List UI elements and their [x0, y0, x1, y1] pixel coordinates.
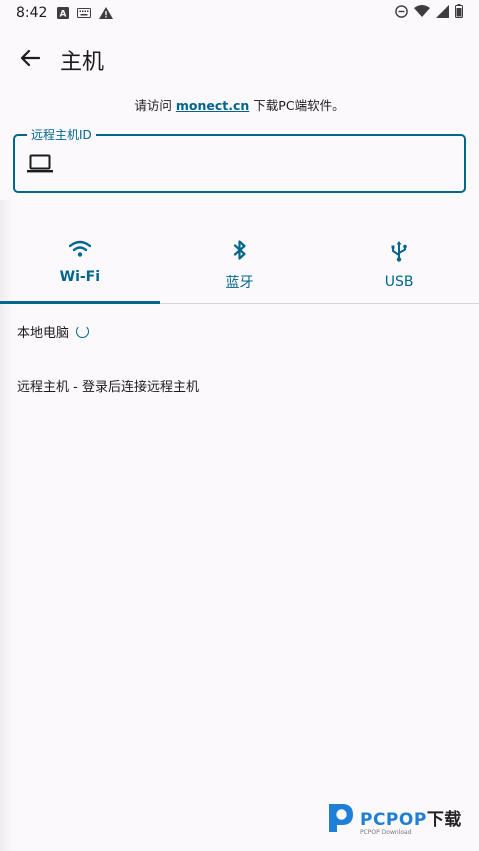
- list-item-local-pc[interactable]: 本地电脑: [17, 322, 90, 341]
- do-not-disturb-icon: [395, 4, 408, 22]
- warning-icon: [99, 7, 114, 19]
- download-hint-prefix: 请访问: [134, 98, 176, 113]
- remote-host-id-label: 远程主机ID: [27, 127, 96, 143]
- tab-wifi-label: Wi-Fi: [59, 269, 101, 285]
- download-hint: 请访问 monect.cn 下载PC端软件。: [0, 95, 479, 114]
- bluetooth-icon: [233, 240, 247, 264]
- battery-icon: [455, 4, 463, 22]
- local-pc-label: 本地电脑: [17, 326, 70, 341]
- status-bar: 8:42 A: [0, 0, 479, 26]
- page-title: 主机: [60, 50, 105, 75]
- tab-bluetooth-label: 蓝牙: [225, 275, 254, 291]
- tab-indicator: [0, 301, 160, 304]
- wifi-icon: [68, 240, 92, 261]
- watermark-brand-cn: 下载: [426, 809, 462, 830]
- wifi-icon: [414, 5, 430, 21]
- tab-wifi[interactable]: Wi-Fi: [0, 230, 160, 304]
- remote-host-id-field[interactable]: 远程主机ID: [13, 127, 466, 193]
- usb-icon: [390, 240, 408, 266]
- keyboard-icon: [77, 8, 92, 18]
- watermark-brand: PCPOP: [360, 809, 427, 830]
- pcpop-logo-icon: [326, 801, 356, 839]
- laptop-icon: [27, 154, 53, 178]
- svg-text:A: A: [60, 10, 67, 20]
- back-button[interactable]: [10, 40, 50, 80]
- tab-bluetooth[interactable]: 蓝牙: [160, 230, 320, 303]
- loading-spinner-icon: [76, 325, 90, 338]
- watermark-sub: PCPOP Download: [360, 828, 412, 836]
- tab-usb-label: USB: [384, 274, 414, 290]
- monect-link[interactable]: monect.cn: [176, 98, 249, 113]
- a-box-icon: A: [57, 7, 70, 20]
- tab-usb[interactable]: USB: [319, 230, 479, 303]
- arrow-back-icon: [20, 49, 41, 71]
- signal-icon: [436, 4, 449, 22]
- pcpop-watermark: PCPOP下载 PCPOP Download: [326, 802, 471, 838]
- list-item-remote-host[interactable]: 远程主机 - 登录后连接远程主机: [17, 376, 199, 395]
- remote-host-label: 远程主机 - 登录后连接远程主机: [17, 380, 199, 395]
- download-hint-suffix: 下载PC端软件。: [249, 98, 345, 113]
- status-time: 8:42: [16, 5, 48, 21]
- remote-host-id-input[interactable]: [67, 146, 457, 182]
- app-bar: 主机: [0, 34, 479, 86]
- connection-tabs: Wi-Fi 蓝牙 USB: [0, 230, 479, 304]
